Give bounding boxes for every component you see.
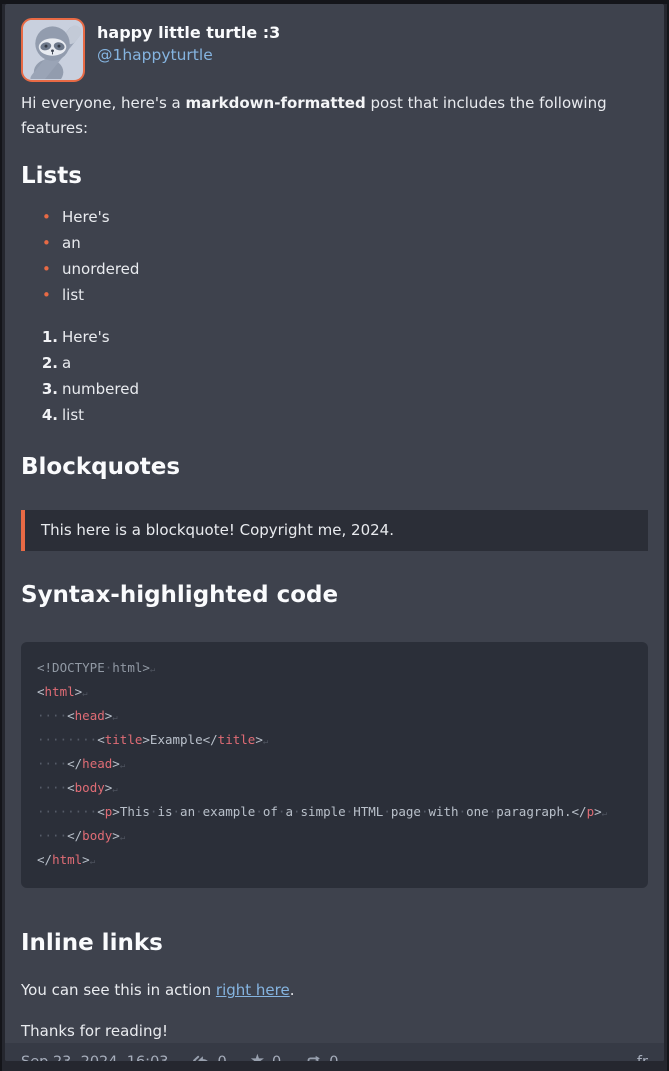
bold-text: markdown-formatted	[186, 94, 366, 112]
favourite-count: 0	[272, 1054, 281, 1061]
list-item-text: Here's	[62, 328, 110, 346]
list-number: 2.	[21, 350, 58, 376]
intro-paragraph: Hi everyone, here's a markdown-formatted…	[21, 91, 648, 141]
reply-count: 0	[218, 1054, 227, 1061]
section-title-inline-links: Inline links	[21, 929, 648, 958]
ordered-list: 1.Here's 2.a 3.numbered 4.list	[21, 324, 648, 428]
list-item: • unordered	[21, 256, 648, 282]
code-line: ····</body>↵	[37, 825, 632, 849]
sloth-avatar-image	[23, 20, 82, 79]
list-item-text: an	[62, 234, 81, 252]
list-item: 1.Here's	[21, 324, 648, 350]
code-line: ········<p>This·is·an·example·of·a·simpl…	[37, 801, 632, 825]
code-line: ····<body>↵	[37, 777, 632, 801]
post-header: happy little turtle :3 @1happyturtle	[21, 18, 648, 82]
list-item-text: numbered	[62, 380, 139, 398]
blockquote: This here is a blockquote! Copyright me,…	[21, 510, 648, 551]
inline-link[interactable]: right here	[216, 981, 290, 999]
code-line: ········<title>Example</title>↵	[37, 729, 632, 753]
list-item: 3.numbered	[21, 376, 648, 402]
list-item-text: unordered	[62, 260, 139, 278]
author-id-block: happy little turtle :3 @1happyturtle	[97, 18, 280, 68]
boost-count: 0	[329, 1054, 338, 1061]
unordered-list: • Here's • an • unordered • list	[21, 204, 648, 308]
timestamp[interactable]: Sep 23, 2024, 16:03	[21, 1054, 169, 1061]
boost-button[interactable]: 0	[304, 1054, 338, 1061]
list-item: • list	[21, 282, 648, 308]
star-icon: ★	[250, 1053, 265, 1061]
closing-paragraph: Thanks for reading!	[21, 1019, 648, 1043]
list-item: • Here's	[21, 204, 648, 230]
author-display-name[interactable]: happy little turtle :3	[97, 22, 280, 44]
link-sentence: You can see this in action right here.	[21, 978, 648, 1002]
section-title-lists: Lists	[21, 162, 648, 191]
list-item: 2.a	[21, 350, 648, 376]
author-handle[interactable]: @1happyturtle	[97, 44, 280, 67]
post-card: happy little turtle :3 @1happyturtle Hi …	[5, 4, 664, 1061]
bullet-icon: •	[42, 230, 51, 256]
list-number: 1.	[21, 324, 58, 350]
reply-icon	[192, 1054, 211, 1061]
code-block: <!DOCTYPE·html>↵<html>↵····<head>↵······…	[21, 642, 648, 888]
favourite-button[interactable]: ★ 0	[250, 1053, 281, 1061]
section-title-blockquotes: Blockquotes	[21, 453, 648, 482]
post-footer: Sep 23, 2024, 16:03 0 ★ 0	[5, 1043, 664, 1061]
code-line: <html>↵	[37, 681, 632, 705]
code-line: </html>↵	[37, 849, 632, 873]
list-number: 3.	[21, 376, 58, 402]
code-line: ····</head>↵	[37, 753, 632, 777]
boost-icon	[304, 1054, 322, 1061]
list-item-text: list	[62, 406, 84, 424]
bullet-icon: •	[42, 282, 51, 308]
post-content: happy little turtle :3 @1happyturtle Hi …	[5, 4, 664, 1043]
list-item-text: a	[62, 354, 71, 372]
code-line: ····<head>↵	[37, 705, 632, 729]
reply-button[interactable]: 0	[192, 1054, 227, 1061]
list-item: 4.list	[21, 402, 648, 428]
list-item-text: list	[62, 286, 84, 304]
list-item-text: Here's	[62, 208, 110, 226]
language-tag: fr	[637, 1054, 648, 1061]
list-number: 4.	[21, 402, 58, 428]
bullet-icon: •	[42, 204, 51, 230]
section-title-code: Syntax-highlighted code	[21, 581, 648, 610]
code-line: <!DOCTYPE·html>↵	[37, 657, 632, 681]
bullet-icon: •	[42, 256, 51, 282]
list-item: • an	[21, 230, 648, 256]
avatar[interactable]	[21, 18, 85, 82]
